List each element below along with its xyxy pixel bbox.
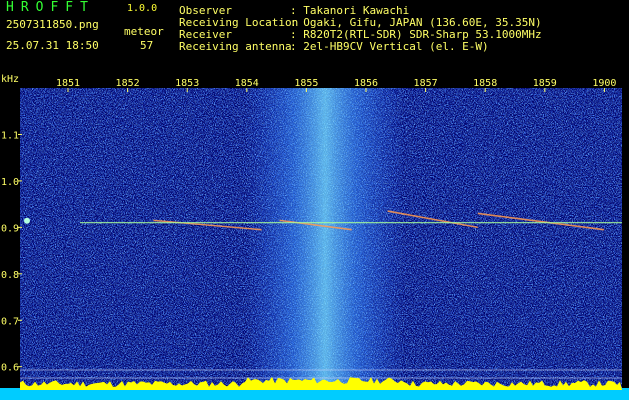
y-tick-label: 0.8 [1,270,19,281]
y-tick-label: 0.9 [1,223,19,234]
y-tick-label: 0.6 [1,363,19,374]
x-tick-label: 1859 [533,78,557,89]
antenna-label: Receiving antenna [179,40,292,53]
x-tick-label: 1856 [354,78,378,89]
spectrogram-svg: 1851 1852 1853 1854 1855 1856 1857 1858 1859 1900… [0,74,629,400]
frequency-axis-ticks: 1.1 1.0 0.9 0.8 0.7 0.6 [1,130,22,374]
meteor-count: 57 [140,39,154,52]
carrier-blob [24,217,30,224]
header-panel: HROFFT 1.0.0 2507311850.png meteor 25.07… [0,0,629,72]
x-tick-label: 1852 [116,78,140,89]
y-axis-unit-label: kHz [1,74,19,85]
app-title: HROFFT [6,0,95,15]
meteor-label: meteor [124,25,164,38]
noise-speckle-layer [20,88,622,400]
y-tick-label: 1.0 [1,177,19,188]
app-version: 1.0.0 [127,3,158,14]
file-name: 2507311850.png [6,18,99,31]
x-tick-label: 1851 [56,78,80,89]
y-tick-label: 0.7 [1,316,19,327]
x-tick-label: 1854 [235,78,259,89]
x-tick-label: 1858 [473,78,497,89]
x-tick-label: 1900 [592,78,616,89]
antenna-value: : 2el-HB9CV Vertical (el. E-W) [290,40,489,53]
x-tick-label: 1853 [175,78,199,89]
y-tick-label: 1.1 [1,130,19,141]
x-tick-label: 1855 [294,78,318,89]
timestamp: 25.07.31 18:50 [6,39,99,52]
spectrogram-plot: 1851 1852 1853 1854 1855 1856 1857 1858 1859 1900… [0,72,629,400]
x-tick-label: 1857 [414,78,438,89]
